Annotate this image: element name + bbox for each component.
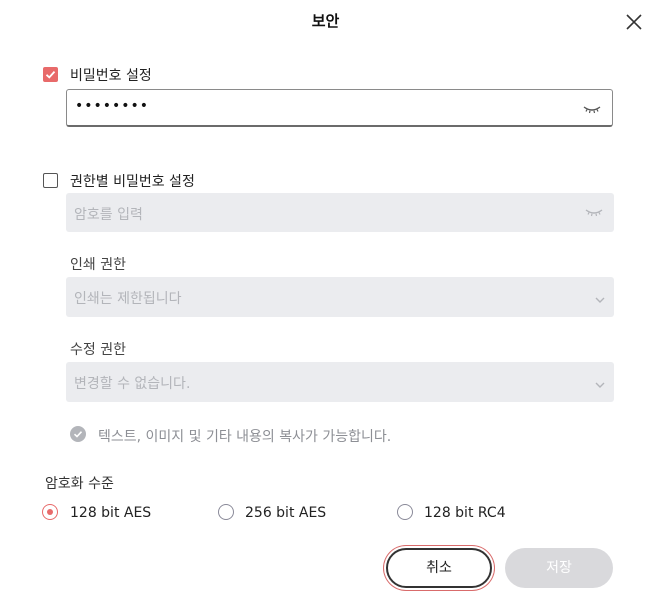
chevron-down-icon: [594, 291, 606, 303]
print-permission-value: 인쇄는 제한됩니다: [74, 291, 182, 307]
encryption-level-label: 암호화 수준: [45, 476, 114, 492]
cancel-button[interactable]: 취소: [386, 548, 492, 588]
password-input[interactable]: ••••••••: [66, 89, 613, 127]
print-permission-select: 인쇄는 제한됩니다: [66, 277, 614, 317]
password-checkbox[interactable]: [43, 67, 58, 82]
copy-permission-note: 텍스트, 이미지 및 기타 내용의 복사가 가능합니다.: [98, 429, 392, 445]
edit-permission-label: 수정 권한: [70, 342, 126, 358]
chevron-down-icon: [594, 376, 606, 388]
eye-closed-icon: [584, 202, 604, 222]
edit-permission-select: 변경할 수 없습니다.: [66, 362, 614, 402]
permission-password-input: 암호를 입력: [66, 193, 614, 232]
radio-128-aes[interactable]: [42, 504, 58, 520]
close-icon[interactable]: [620, 8, 648, 36]
password-label: 비밀번호 설정: [70, 68, 152, 84]
print-permission-label: 인쇄 권한: [70, 257, 126, 273]
radio-128-rc4-label[interactable]: 128 bit RC4: [424, 505, 506, 521]
eye-closed-icon[interactable]: [582, 99, 602, 119]
check-circle-icon: [70, 426, 86, 442]
permission-password-label: 권한별 비밀번호 설정: [70, 174, 195, 190]
radio-256-aes[interactable]: [218, 504, 234, 520]
permission-password-placeholder: 암호를 입력: [74, 207, 143, 223]
edit-permission-value: 변경할 수 없습니다.: [74, 376, 191, 392]
radio-128-rc4[interactable]: [397, 504, 413, 520]
radio-128-aes-label[interactable]: 128 bit AES: [70, 505, 151, 521]
password-value: ••••••••: [75, 98, 150, 114]
radio-256-aes-label[interactable]: 256 bit AES: [245, 505, 326, 521]
permission-password-checkbox[interactable]: [43, 173, 58, 188]
save-button[interactable]: 저장: [505, 548, 613, 588]
dialog-title: 보안: [311, 12, 340, 30]
